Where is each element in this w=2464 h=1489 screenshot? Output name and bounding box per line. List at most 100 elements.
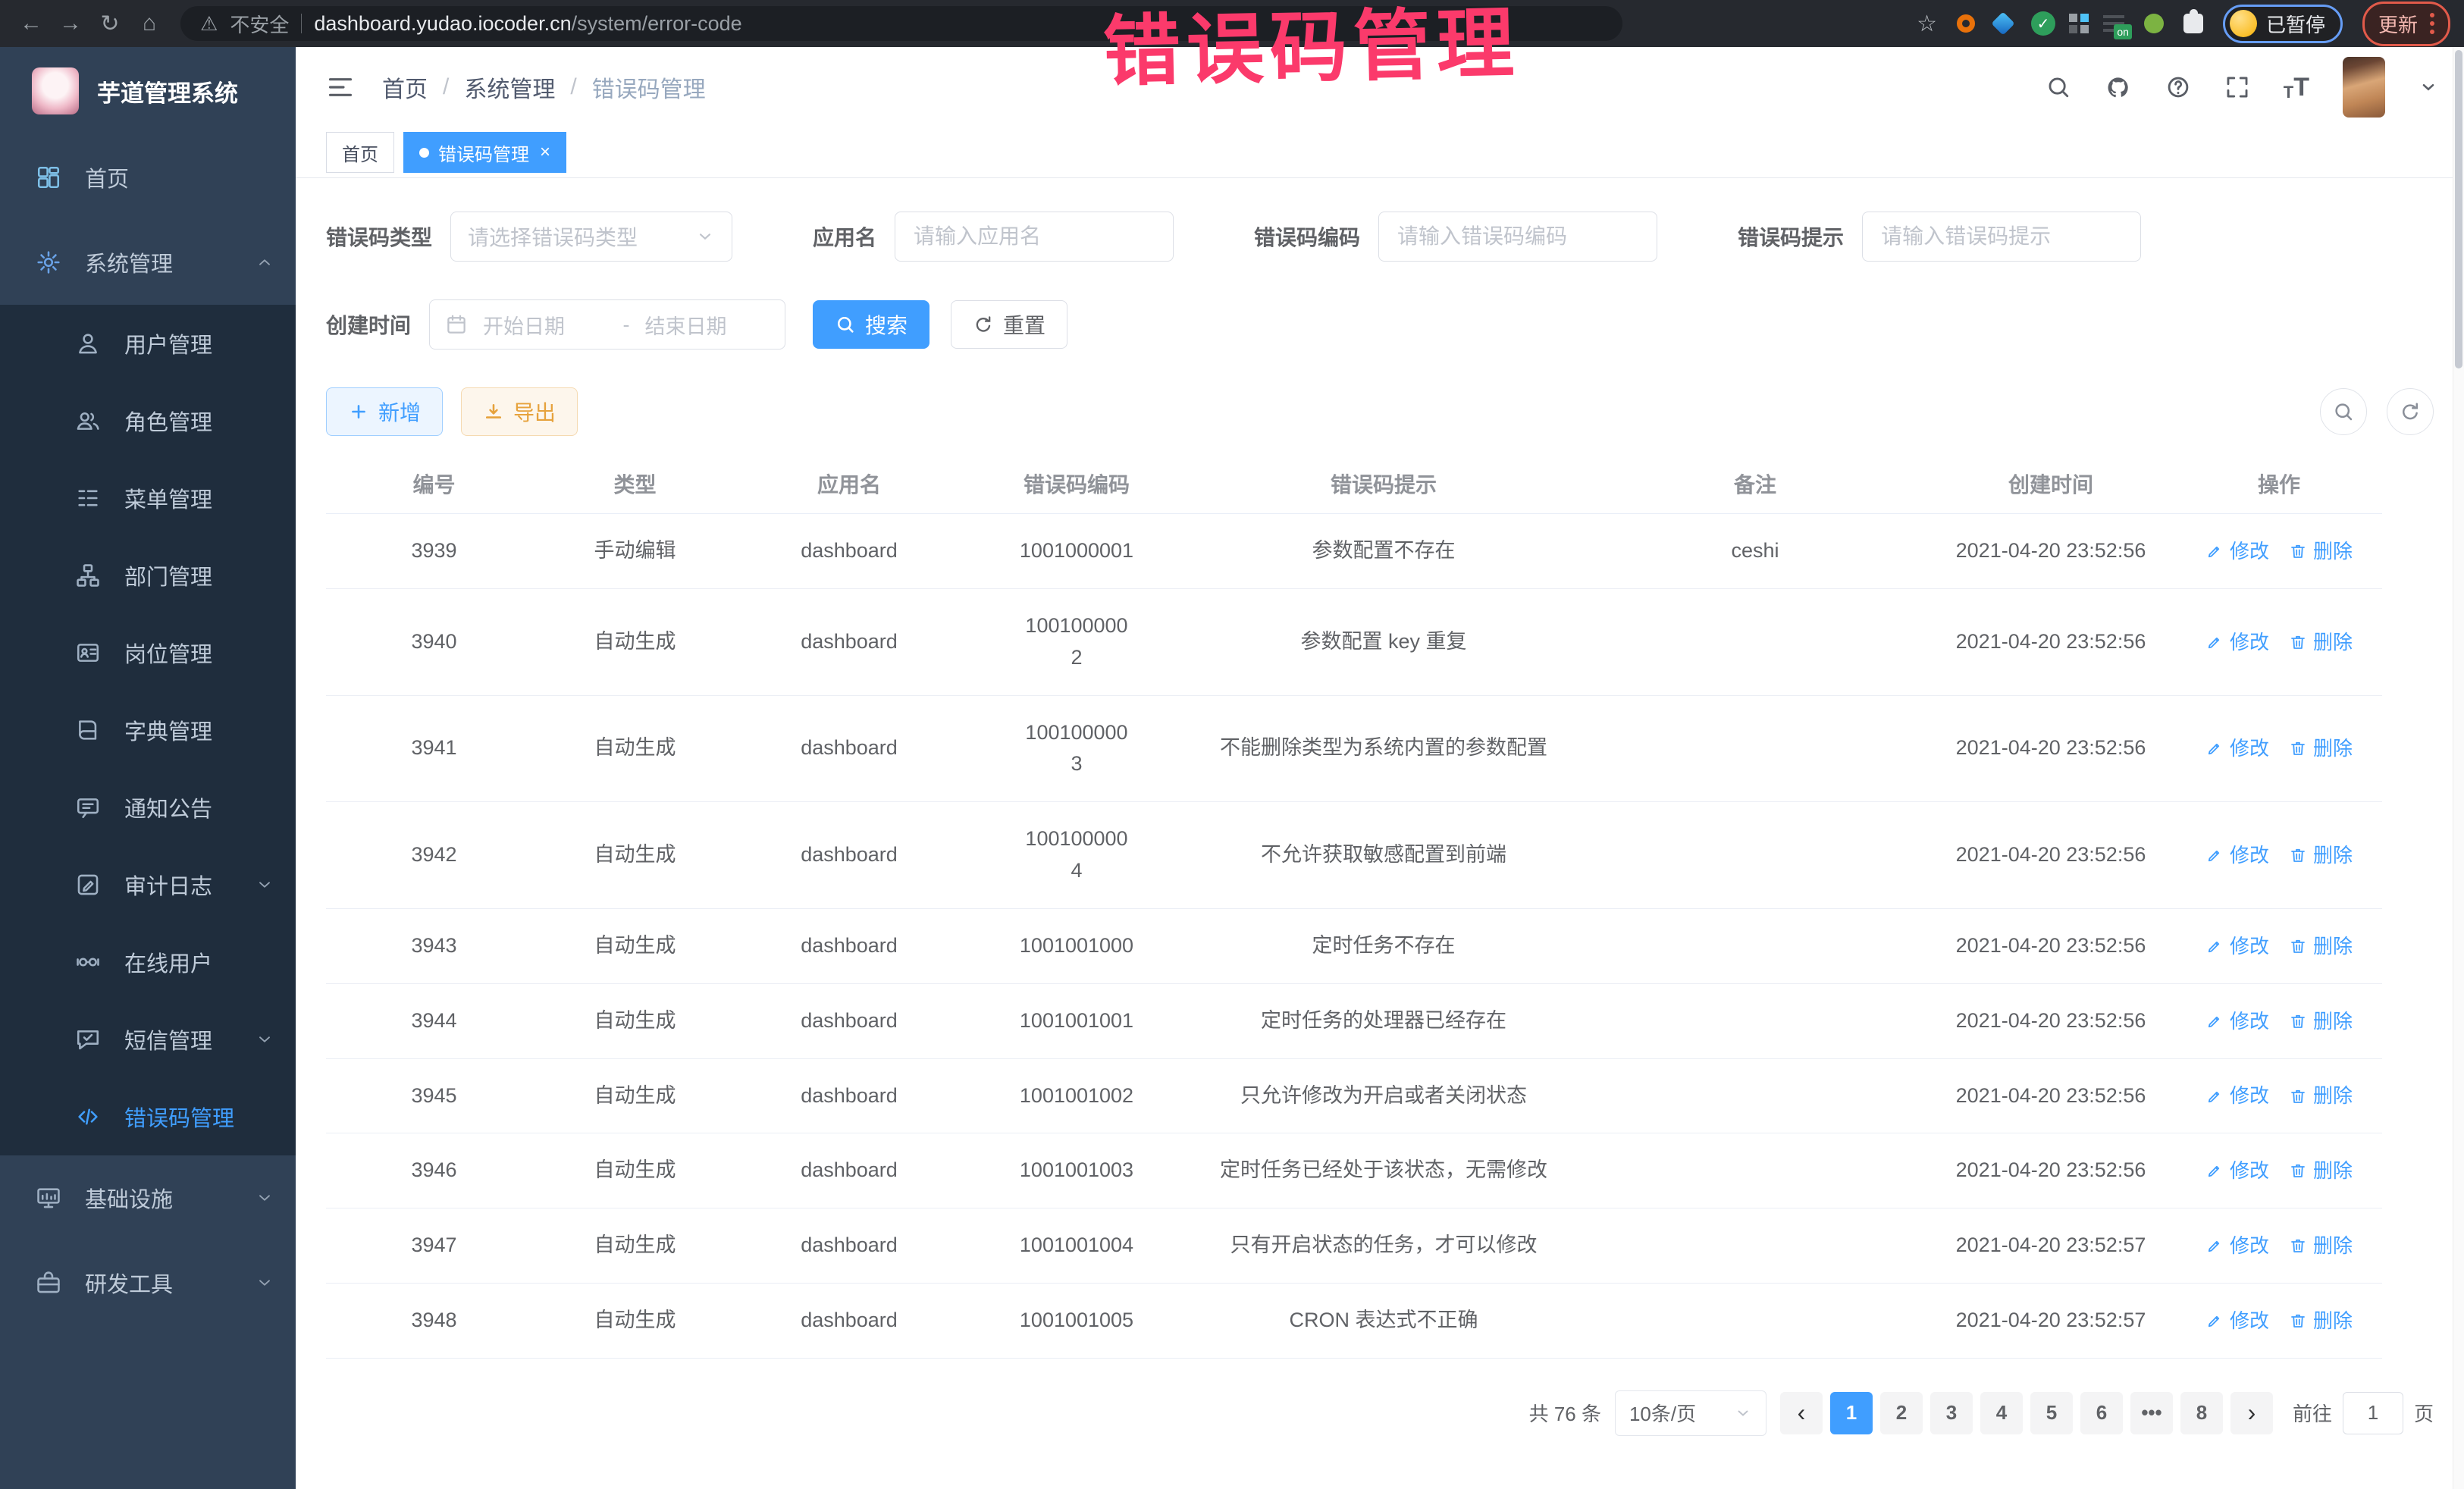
cell-id: 3941 (326, 732, 542, 764)
sidebar-item-infra[interactable]: 基础设施 (0, 1155, 296, 1240)
delete-link[interactable]: 删除 (2289, 536, 2353, 566)
breadcrumb-item[interactable]: 首页 (382, 71, 428, 104)
extension-grid-icon[interactable] (2075, 20, 2083, 28)
sidebar: 芋道管理系统 首页系统管理用户管理角色管理菜单管理部门管理岗位管理字典管理通知公… (0, 47, 296, 1489)
extension-gem-icon[interactable] (1995, 15, 2011, 32)
app-name-input[interactable] (895, 212, 1174, 262)
breadcrumb-item[interactable]: 系统管理 (464, 71, 555, 104)
tab-item[interactable]: 首页 (326, 132, 394, 173)
delete-link[interactable]: 删除 (2289, 840, 2353, 870)
export-button[interactable]: 导出 (461, 387, 578, 436)
more-pages-button[interactable]: ••• (2130, 1392, 2173, 1434)
page-button-5[interactable]: 5 (2030, 1392, 2073, 1434)
cell-type: 自动生成 (542, 1155, 728, 1186)
sidebar-item-label: 用户管理 (124, 328, 274, 359)
page-button-1[interactable]: 1 (1830, 1392, 1873, 1434)
error-type-select[interactable]: 请选择错误码类型 (450, 212, 732, 262)
goto-page-input[interactable] (2343, 1392, 2403, 1434)
help-icon[interactable] (2165, 74, 2191, 100)
browser-update-button[interactable]: 更新 (2362, 2, 2450, 46)
delete-link[interactable]: 删除 (2289, 1006, 2353, 1036)
sidebar-item-notice[interactable]: 通知公告 (0, 769, 296, 846)
prev-page-button[interactable]: ‹ (1780, 1392, 1823, 1434)
sidebar-item-home[interactable]: 首页 (0, 135, 296, 220)
export-button-label: 导出 (513, 397, 556, 427)
sidebar-item-error-code[interactable]: 错误码管理 (0, 1078, 296, 1155)
user-avatar[interactable] (2343, 57, 2385, 118)
search-icon[interactable] (2045, 74, 2071, 100)
delete-link[interactable]: 删除 (2289, 627, 2353, 657)
delete-link[interactable]: 删除 (2289, 1155, 2353, 1186)
page-button-6[interactable]: 6 (2080, 1392, 2123, 1434)
hamburger-icon[interactable] (326, 73, 355, 102)
delete-link[interactable]: 删除 (2289, 1080, 2353, 1111)
browser-back-icon[interactable]: ← (14, 6, 49, 41)
refresh-table-icon[interactable] (2387, 388, 2434, 435)
app-logo[interactable]: 芋道管理系统 (0, 47, 296, 135)
edit-link[interactable]: 修改 (2205, 840, 2269, 870)
sidebar-item-online-user[interactable]: 在线用户 (0, 923, 296, 1001)
next-page-button[interactable]: › (2230, 1392, 2273, 1434)
scrollbar-thumb[interactable] (2455, 50, 2462, 368)
extension-check-icon[interactable]: ✓ (2031, 11, 2055, 36)
close-tab-icon[interactable]: × (540, 142, 550, 163)
sidebar-item-label: 错误码管理 (124, 1101, 274, 1133)
cell-code: 1001001000 (970, 930, 1183, 962)
show-search-icon[interactable] (2320, 388, 2367, 435)
edit-link[interactable]: 修改 (2205, 1080, 2269, 1111)
browser-forward-icon[interactable]: → (53, 6, 88, 41)
delete-link[interactable]: 删除 (2289, 733, 2353, 763)
page-size-value: 10条/页 (1629, 1399, 1696, 1427)
sidebar-item-user[interactable]: 用户管理 (0, 305, 296, 382)
edit-link[interactable]: 修改 (2205, 733, 2269, 763)
delete-link[interactable]: 删除 (2289, 1306, 2353, 1336)
cell-type: 自动生成 (542, 1080, 728, 1112)
edit-link[interactable]: 修改 (2205, 1155, 2269, 1186)
error-tip-input[interactable] (1862, 212, 2141, 262)
sidebar-item-menu[interactable]: 菜单管理 (0, 459, 296, 537)
avatar-caret-icon[interactable] (2419, 77, 2438, 97)
sidebar-item-dev-tools[interactable]: 研发工具 (0, 1240, 296, 1325)
edit-link[interactable]: 修改 (2205, 931, 2269, 961)
search-button[interactable]: 搜索 (813, 300, 929, 349)
tab-active[interactable]: 错误码管理× (403, 132, 566, 173)
page-scrollbar[interactable] (2453, 47, 2464, 1489)
page-button-8[interactable]: 8 (2180, 1392, 2223, 1434)
page-button-2[interactable]: 2 (1880, 1392, 1923, 1434)
browser-reload-icon[interactable]: ↻ (92, 6, 127, 41)
font-size-icon[interactable]: TT (2284, 73, 2309, 102)
extension-orange-icon[interactable] (1957, 14, 1975, 33)
browser-extensions-area: ☆ ✓ on 已暂停 更新 (1917, 2, 2450, 46)
sidebar-item-dept[interactable]: 部门管理 (0, 537, 296, 614)
paused-profile-badge[interactable]: 已暂停 (2223, 5, 2343, 43)
bookmark-star-icon[interactable]: ☆ (1917, 11, 1937, 37)
edit-link[interactable]: 修改 (2205, 627, 2269, 657)
reset-button[interactable]: 重置 (951, 300, 1067, 349)
sidebar-item-audit-log[interactable]: 审计日志 (0, 846, 296, 923)
browser-home-icon[interactable]: ⌂ (132, 6, 167, 41)
sidebar-item-post[interactable]: 岗位管理 (0, 614, 296, 691)
delete-link[interactable]: 删除 (2289, 931, 2353, 961)
extension-puzzle-icon[interactable] (2183, 14, 2203, 33)
page-button-3[interactable]: 3 (1930, 1392, 1973, 1434)
page-size-select[interactable]: 10条/页 (1615, 1390, 1766, 1436)
sidebar-item-system[interactable]: 系统管理 (0, 220, 296, 305)
sidebar-item-sms[interactable]: 短信管理 (0, 1001, 296, 1078)
edit-link[interactable]: 修改 (2205, 1306, 2269, 1336)
sidebar-item-role[interactable]: 角色管理 (0, 382, 296, 459)
cell-code: 1001001005 (970, 1305, 1183, 1337)
fullscreen-icon[interactable] (2224, 74, 2250, 100)
extension-list-icon[interactable]: on (2103, 15, 2124, 32)
date-range-picker[interactable]: 开始日期 - 结束日期 (429, 299, 785, 350)
github-icon[interactable] (2105, 74, 2132, 101)
sidebar-item-dict[interactable]: 字典管理 (0, 691, 296, 769)
extension-key-icon[interactable] (2144, 14, 2164, 33)
page-button-4[interactable]: 4 (1980, 1392, 2023, 1434)
edit-link[interactable]: 修改 (2205, 536, 2269, 566)
browser-menu-icon[interactable] (2430, 13, 2434, 34)
edit-link[interactable]: 修改 (2205, 1006, 2269, 1036)
error-code-input[interactable] (1378, 212, 1657, 262)
delete-link[interactable]: 删除 (2289, 1230, 2353, 1261)
edit-link[interactable]: 修改 (2205, 1230, 2269, 1261)
add-button[interactable]: 新增 (326, 387, 443, 436)
